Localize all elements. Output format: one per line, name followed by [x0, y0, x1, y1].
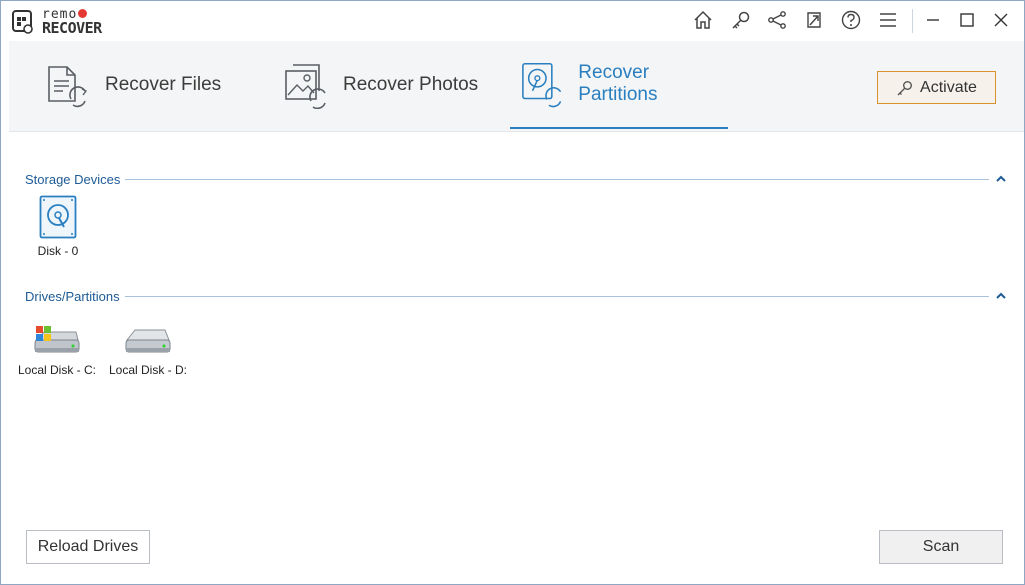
- drives-partitions-title: Drives/Partitions: [25, 289, 120, 304]
- logo-icon: [12, 10, 33, 34]
- home-icon[interactable]: [690, 7, 716, 33]
- drive-label-c: Local Disk - C:: [17, 363, 97, 377]
- tab-recover-files[interactable]: Recover Files: [45, 41, 221, 129]
- drive-label-d: Local Disk - D:: [108, 363, 188, 377]
- collapse-chevron-icon[interactable]: [995, 174, 1007, 184]
- tab-recover-photos-label: Recover Photos: [343, 74, 479, 95]
- recover-files-icon: [48, 66, 88, 108]
- export-icon[interactable]: [801, 7, 827, 33]
- help-icon[interactable]: [838, 7, 864, 33]
- maximize-icon[interactable]: [954, 7, 980, 33]
- key-icon[interactable]: [728, 7, 754, 33]
- drive-item-d[interactable]: Local Disk - D:: [108, 324, 188, 377]
- titlebar-separator: [912, 9, 913, 33]
- menu-icon[interactable]: [875, 7, 901, 33]
- logo-text-bottom: RECOVER: [42, 19, 102, 37]
- minimize-icon[interactable]: [920, 7, 946, 33]
- drive-item-c[interactable]: Local Disk - C:: [17, 324, 97, 377]
- collapse-chevron-icon[interactable]: [995, 291, 1007, 301]
- tab-recover-partitions-label: Recover Partitions: [578, 62, 658, 105]
- main-nav: Recover Files Recover Photos Recover Par…: [9, 41, 1024, 132]
- hard-disk-icon: [39, 195, 77, 239]
- activate-button[interactable]: Activate: [877, 71, 996, 104]
- windows-drive-icon: [34, 326, 80, 353]
- section-divider: [125, 296, 989, 297]
- title-bar: remo RECOVER: [1, 1, 1024, 41]
- app-logo: remo RECOVER: [12, 7, 142, 38]
- reload-drives-button[interactable]: Reload Drives: [26, 530, 150, 564]
- close-icon[interactable]: [988, 7, 1014, 33]
- tab-recover-files-label: Recover Files: [105, 74, 222, 95]
- disk-item[interactable]: Disk - 0: [29, 195, 87, 258]
- share-icon[interactable]: [764, 7, 790, 33]
- scan-button[interactable]: Scan: [879, 530, 1003, 564]
- tab-recover-photos[interactable]: Recover Photos: [283, 41, 478, 129]
- storage-devices-title: Storage Devices: [25, 172, 121, 187]
- activate-label: Activate: [920, 78, 977, 96]
- local-drive-icon: [125, 329, 171, 353]
- recover-photos-icon: [285, 64, 326, 109]
- section-divider: [125, 179, 989, 180]
- recover-partitions-icon: [522, 62, 562, 108]
- tab-recover-partitions[interactable]: Recover Partitions: [510, 41, 728, 129]
- app-window: remo RECOVER Recover Files Recover Photo…: [0, 0, 1025, 585]
- disk-label: Disk - 0: [37, 244, 79, 258]
- key-icon: [897, 80, 913, 95]
